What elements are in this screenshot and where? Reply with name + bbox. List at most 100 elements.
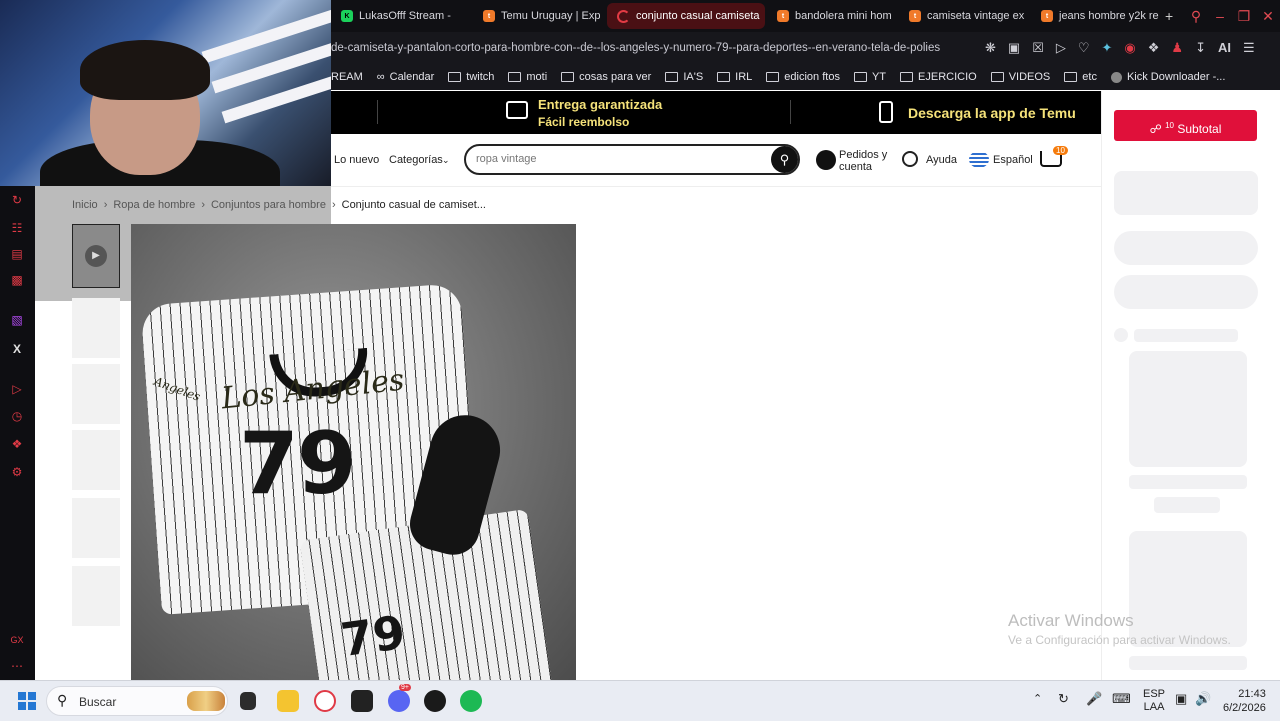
skeleton-block bbox=[1129, 351, 1247, 467]
speed-dial-icon[interactable]: ↻ bbox=[9, 192, 25, 208]
wallet-icon[interactable]: ▤ bbox=[9, 246, 25, 262]
minimize-icon[interactable]: – bbox=[1208, 8, 1232, 24]
extension-icon[interactable]: ✦ bbox=[1102, 40, 1113, 56]
tab-temu-uruguay[interactable]: t Temu Uruguay | Exp bbox=[473, 3, 605, 29]
bookmark-irl[interactable]: IRL bbox=[717, 71, 752, 83]
settings-icon[interactable]: ⚙ bbox=[9, 464, 25, 480]
task-view-icon[interactable] bbox=[240, 692, 256, 710]
thumbnail-placeholder[interactable] bbox=[72, 498, 120, 558]
cart-panel: ☍ 10 Subtotal bbox=[1101, 91, 1280, 680]
divider bbox=[790, 100, 791, 124]
maximize-icon[interactable]: ❐ bbox=[1232, 8, 1256, 25]
bookmark-label: Kick Downloader -... bbox=[1126, 71, 1226, 83]
skeleton-block bbox=[1114, 275, 1258, 309]
thumbnail-placeholder[interactable] bbox=[72, 566, 120, 626]
bookmark-etc[interactable]: etc bbox=[1064, 71, 1097, 83]
bookmark-calendar[interactable]: ∞ Calendar bbox=[377, 71, 434, 83]
play-icon[interactable]: ▷ bbox=[1056, 40, 1066, 56]
bookmark-videos[interactable]: VIDEOS bbox=[990, 71, 1050, 83]
bookmark-kick-downloader[interactable]: Kick Downloader -... bbox=[1110, 71, 1226, 83]
keyboard-icon[interactable]: ⌨ bbox=[1112, 691, 1131, 707]
download-app-link[interactable]: Descarga la app de Temu bbox=[908, 105, 1076, 121]
menu-icon[interactable]: ☰ bbox=[1243, 40, 1255, 56]
temu-icon: t bbox=[909, 10, 921, 22]
pin-icon[interactable]: ❋ bbox=[985, 40, 996, 56]
bookmark-edicion-ftos[interactable]: edicion ftos bbox=[766, 71, 840, 83]
breadcrumb-ropa-hombre[interactable]: Ropa de hombre bbox=[113, 199, 195, 211]
gx-icon[interactable]: GX bbox=[9, 632, 25, 648]
puzzle-icon[interactable]: ❖ bbox=[1148, 40, 1160, 56]
orders-account-link[interactable]: Pedidos y cuenta bbox=[839, 149, 887, 173]
network-icon[interactable]: ▣ bbox=[1175, 691, 1187, 707]
nav-categorias[interactable]: Categorías bbox=[389, 154, 443, 166]
download-icon[interactable]: ↧ bbox=[1195, 40, 1206, 56]
shirt-number: 79 bbox=[239, 414, 357, 514]
skeleton-block bbox=[1114, 171, 1258, 215]
thumbnail-placeholder[interactable] bbox=[72, 430, 120, 490]
language-selector[interactable]: Español bbox=[993, 154, 1033, 166]
tab-camiseta-vintage[interactable]: t camiseta vintage ex bbox=[899, 3, 1029, 29]
taskbar-search[interactable]: ⚲ Buscar bbox=[46, 686, 228, 716]
orders-label: Pedidos y bbox=[839, 149, 888, 161]
search-tabs-icon[interactable]: ⚲ bbox=[1184, 8, 1208, 25]
clock-time: 21:43 bbox=[1238, 688, 1266, 700]
obs-icon[interactable] bbox=[424, 690, 446, 712]
search-button[interactable]: ⚲ bbox=[771, 146, 798, 173]
tab-label: jeans hombre y2k re bbox=[1059, 10, 1159, 22]
language-indicator[interactable]: ESP LAA bbox=[1143, 688, 1165, 714]
nav-lo-nuevo[interactable]: Lo nuevo bbox=[334, 154, 379, 166]
bookmark-twitch[interactable]: twitch bbox=[448, 71, 494, 83]
windows-start-button[interactable] bbox=[18, 692, 36, 710]
thumbnail-placeholder[interactable] bbox=[72, 298, 120, 358]
heart-icon[interactable]: ♡ bbox=[1078, 40, 1090, 56]
bookmark-cosas-para-ver[interactable]: cosas para ver bbox=[561, 71, 651, 83]
notes-app-icon[interactable] bbox=[351, 690, 373, 712]
tab-jeans[interactable]: t jeans hombre y2k re bbox=[1031, 3, 1159, 29]
bookmark-ream[interactable]: REAM bbox=[331, 71, 363, 83]
opera-gx-icon[interactable] bbox=[314, 690, 336, 712]
discord-icon[interactable] bbox=[388, 690, 410, 712]
ai-button[interactable]: AI bbox=[1218, 40, 1231, 56]
shield-icon[interactable]: ☒ bbox=[1032, 40, 1044, 56]
microphone-icon[interactable]: 🎤 bbox=[1086, 691, 1102, 707]
new-tab-button[interactable]: + bbox=[1165, 8, 1173, 24]
player-icon[interactable]: ▷ bbox=[9, 381, 25, 397]
profile-icon[interactable]: ♟ bbox=[1171, 40, 1183, 56]
volume-icon[interactable]: 🔊 bbox=[1195, 691, 1211, 707]
thumbnail-placeholder[interactable] bbox=[72, 364, 120, 424]
bookmark-label: edicion ftos bbox=[784, 71, 840, 83]
thumbnail-video[interactable]: ▶ bbox=[72, 224, 120, 288]
messenger-icon[interactable]: ▩ bbox=[9, 272, 25, 288]
x-icon[interactable]: X bbox=[9, 341, 25, 357]
bookmark-ias[interactable]: IA'S bbox=[665, 71, 703, 83]
tab-bandolera[interactable]: t bandolera mini hom bbox=[767, 3, 897, 29]
sync-icon[interactable]: ↻ bbox=[1058, 691, 1069, 707]
breadcrumb-conjuntos[interactable]: Conjuntos para hombre bbox=[211, 199, 326, 211]
spotify-icon[interactable] bbox=[460, 690, 482, 712]
tab-label: LukasOfff Stream - bbox=[359, 10, 451, 22]
bookmark-ejercicio[interactable]: EJERCICIO bbox=[900, 71, 977, 83]
bookmark-yt[interactable]: YT bbox=[853, 71, 886, 83]
webcam-overlay bbox=[0, 0, 331, 186]
history-icon[interactable]: ◷ bbox=[9, 408, 25, 424]
subtotal-button[interactable]: ☍ 10 Subtotal bbox=[1114, 110, 1257, 141]
workspace-icon[interactable]: ☷ bbox=[9, 220, 25, 236]
file-explorer-icon[interactable] bbox=[277, 690, 299, 712]
close-icon[interactable]: ✕ bbox=[1256, 8, 1280, 25]
help-link[interactable]: Ayuda bbox=[926, 154, 957, 166]
clock[interactable]: 21:43 6/2/2026 bbox=[1223, 687, 1266, 715]
tab-label: conjunto casual camiseta bbox=[636, 10, 760, 22]
tab-conjunto-casual[interactable]: conjunto casual camiseta bbox=[607, 3, 765, 29]
product-image[interactable]: Los Angeles Angeles 79 79 bbox=[131, 224, 576, 680]
chevron-up-icon[interactable]: ⌃ bbox=[1033, 692, 1042, 705]
search-input[interactable] bbox=[474, 152, 758, 166]
tab-kick-stream[interactable]: K LukasOfff Stream - bbox=[331, 3, 471, 29]
twitch-icon[interactable]: ▧ bbox=[9, 312, 25, 328]
url-field[interactable]: de-camiseta-y-pantalon-corto-para-hombre… bbox=[331, 42, 971, 54]
screenshot-icon[interactable]: ▣ bbox=[1008, 40, 1020, 56]
breadcrumb-inicio[interactable]: Inicio bbox=[72, 199, 98, 211]
bookmark-moti[interactable]: moti bbox=[508, 71, 547, 83]
more-icon[interactable]: ⋯ bbox=[9, 658, 25, 674]
extensions-icon[interactable]: ❖ bbox=[9, 436, 25, 452]
record-icon[interactable]: ◉ bbox=[1124, 40, 1135, 56]
